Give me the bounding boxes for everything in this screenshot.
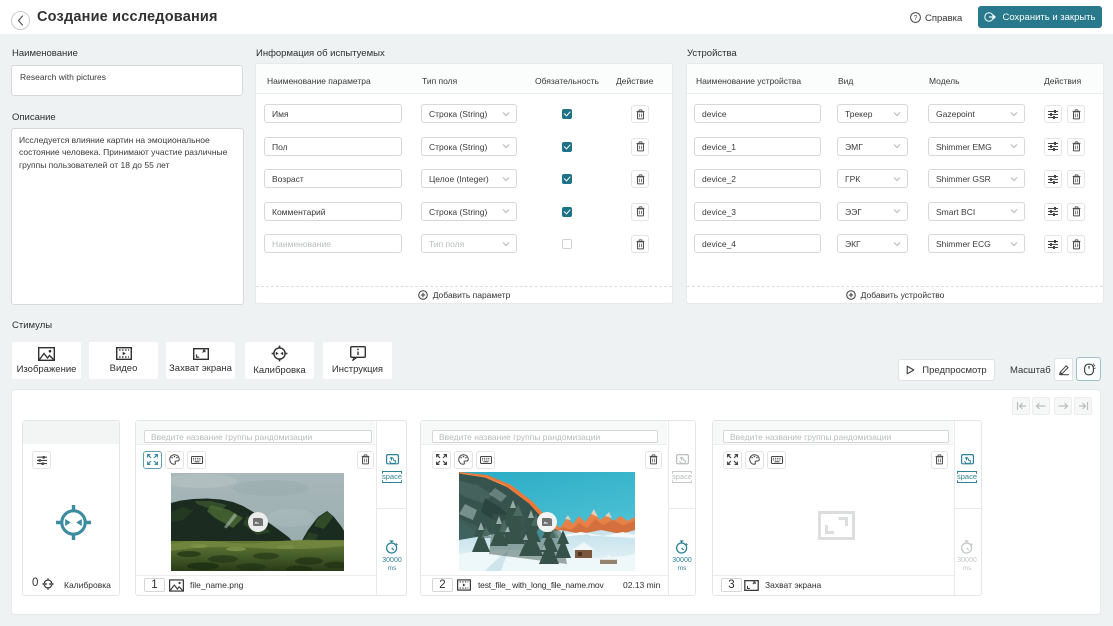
svg-text:?: ? xyxy=(914,15,918,22)
